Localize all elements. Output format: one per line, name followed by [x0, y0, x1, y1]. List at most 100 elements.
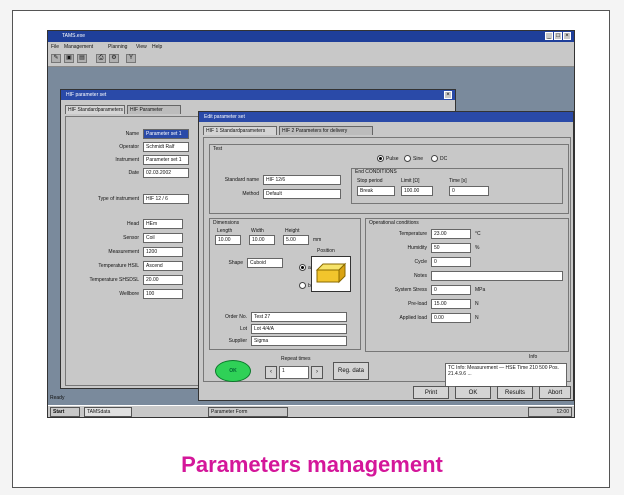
position-label: Position: [317, 248, 335, 254]
taskbar-item-tamsdata[interactable]: TAMSdata: [84, 407, 132, 417]
repeat-label: Repeat times: [281, 356, 311, 362]
app-screenshot: TAMS.exe _ □ × File Management Planning …: [47, 30, 575, 418]
menu-help[interactable]: Help: [152, 44, 162, 50]
pre-load-field[interactable]: 15.00: [431, 299, 471, 309]
notes-field[interactable]: [431, 271, 563, 281]
measurement-field[interactable]: 1200: [143, 247, 183, 257]
bg-tab-standard[interactable]: HIF Standardparameters: [65, 105, 125, 114]
main-title-bar: TAMS.exe _ □ ×: [48, 31, 574, 42]
system-stress-field[interactable]: 0: [431, 285, 471, 295]
applied-load-label: Applied load: [399, 315, 427, 321]
taskbar: Start TAMSdata Parameter Form 12:00: [48, 405, 574, 417]
open-icon[interactable]: ▣: [64, 54, 74, 63]
humidity-field[interactable]: 50: [431, 243, 471, 253]
print-icon[interactable]: ⎙: [96, 54, 106, 63]
new-icon[interactable]: ✎: [51, 54, 61, 63]
start-button[interactable]: Start: [50, 407, 80, 417]
temp-shsdsl-field[interactable]: 20.00: [143, 275, 183, 285]
taskbar-clock: 12:00: [528, 407, 572, 417]
name-label: Name: [125, 131, 139, 137]
dialog-title: Edit parameter set: [204, 114, 245, 120]
print-button[interactable]: Print: [413, 386, 449, 399]
sensor-label: Sensor: [123, 235, 139, 241]
order-no-label: Order No.: [225, 314, 247, 320]
operator-field[interactable]: Schmidt Ralf: [143, 142, 189, 152]
slide-caption: Parameters management: [181, 452, 443, 477]
system-stress-unit: MPa: [475, 287, 486, 293]
lot-field[interactable]: Lot 4/4/A: [251, 324, 347, 334]
abort-button[interactable]: Abort: [539, 386, 571, 399]
main-title: TAMS.exe: [62, 33, 85, 39]
time-field[interactable]: 0: [449, 186, 489, 196]
temperature-field[interactable]: 23.00: [431, 229, 471, 239]
repeat-increment-button[interactable]: ›: [311, 366, 323, 379]
head-label: Head: [127, 221, 139, 227]
temp-shsdsl-label: Temperature SHSDSL: [89, 277, 139, 283]
results-button[interactable]: Results: [497, 386, 533, 399]
info-textarea[interactable]: TC Info: Measurement — HSE Time 210 500 …: [445, 363, 567, 387]
radio-a[interactable]: a: [299, 264, 311, 271]
name-field[interactable]: Parameter set 1: [143, 129, 189, 139]
settings-icon[interactable]: ⚙: [109, 54, 119, 63]
filter-icon[interactable]: Y: [126, 54, 136, 63]
humidity-unit: %: [475, 245, 480, 251]
wellbore-label: Wellbore: [119, 291, 139, 297]
height-field[interactable]: 5.00: [283, 235, 309, 245]
height-label: Height: [285, 228, 300, 234]
mode-pulse-radio[interactable]: Pulse: [377, 155, 399, 162]
conditions-legend: Operational conditions: [369, 220, 419, 226]
temperature-label: Temperature: [398, 231, 427, 237]
standard-name-field[interactable]: HIF 12/6: [263, 175, 341, 185]
save-icon[interactable]: ▤: [77, 54, 87, 63]
reg-data-button[interactable]: Reg. data: [333, 362, 369, 380]
date-field[interactable]: 02.03.2002: [143, 168, 189, 178]
cycle-field[interactable]: 0: [431, 257, 471, 267]
head-field[interactable]: HEm: [143, 219, 183, 229]
menu-file[interactable]: File: [51, 44, 59, 50]
instrument-field[interactable]: Parameter set 1: [143, 155, 189, 165]
wellbore-field[interactable]: 100: [143, 289, 183, 299]
menu-management[interactable]: Management: [64, 44, 93, 50]
tab-delivery[interactable]: HIF 2 Parameters for delivery: [279, 126, 373, 135]
time-label: Time [s]: [449, 178, 467, 184]
repeat-decrement-button[interactable]: ‹: [265, 366, 277, 379]
limit-label: Limit [Ω]: [401, 178, 420, 184]
supplier-label: Supplier: [228, 338, 247, 344]
repeat-field[interactable]: 1: [279, 366, 309, 379]
bg-window-title: HIF parameter set: [66, 92, 107, 98]
width-field[interactable]: 10.00: [249, 235, 275, 245]
menu-bar: File Management Planning View Help: [48, 42, 574, 52]
limit-field[interactable]: 100.00: [401, 186, 433, 196]
supplier-field[interactable]: Sigma: [251, 336, 347, 346]
notes-label: Notes: [413, 273, 427, 279]
sensor-field[interactable]: Coil: [143, 233, 183, 243]
shape-field[interactable]: Cuboid: [247, 258, 283, 268]
taskbar-item-parameter[interactable]: Parameter Form: [208, 407, 288, 417]
method-field[interactable]: Default: [263, 189, 341, 199]
dimension-unit: mm: [313, 237, 322, 243]
applied-load-field[interactable]: 0.00: [431, 313, 471, 323]
edit-parameter-dialog: Edit parameter set HIF 1 Standardparamet…: [198, 111, 574, 401]
pre-load-label: Pre-load: [408, 301, 427, 307]
test-legend: Test: [213, 146, 223, 152]
minimize-icon[interactable]: _: [545, 32, 553, 40]
mode-sine-radio[interactable]: Sine: [404, 155, 423, 162]
stop-period-field[interactable]: Break: [357, 186, 395, 196]
ok-button[interactable]: OK: [455, 386, 491, 399]
tab-standardparameters[interactable]: HIF 1 Standardparameters: [203, 126, 277, 135]
length-field[interactable]: 10.00: [215, 235, 241, 245]
bg-close-icon[interactable]: ×: [444, 91, 452, 99]
type-field[interactable]: HIF 12 / 6: [143, 194, 189, 204]
radio-b[interactable]: b: [299, 282, 311, 289]
menu-planning[interactable]: Planning: [108, 44, 127, 50]
close-icon[interactable]: ×: [563, 32, 571, 40]
bg-tab-parameter[interactable]: HIF Parameter: [127, 105, 181, 114]
maximize-icon[interactable]: □: [554, 32, 562, 40]
applied-load-unit: N: [475, 315, 479, 321]
temp-hsil-field[interactable]: Ascend: [143, 261, 183, 271]
menu-view[interactable]: View: [136, 44, 147, 50]
instrument-label: Instrument: [115, 157, 139, 163]
order-no-field[interactable]: Test 27: [251, 312, 347, 322]
standard-name-label: Standard name: [224, 177, 259, 183]
mode-dc-radio[interactable]: DC: [431, 155, 447, 162]
